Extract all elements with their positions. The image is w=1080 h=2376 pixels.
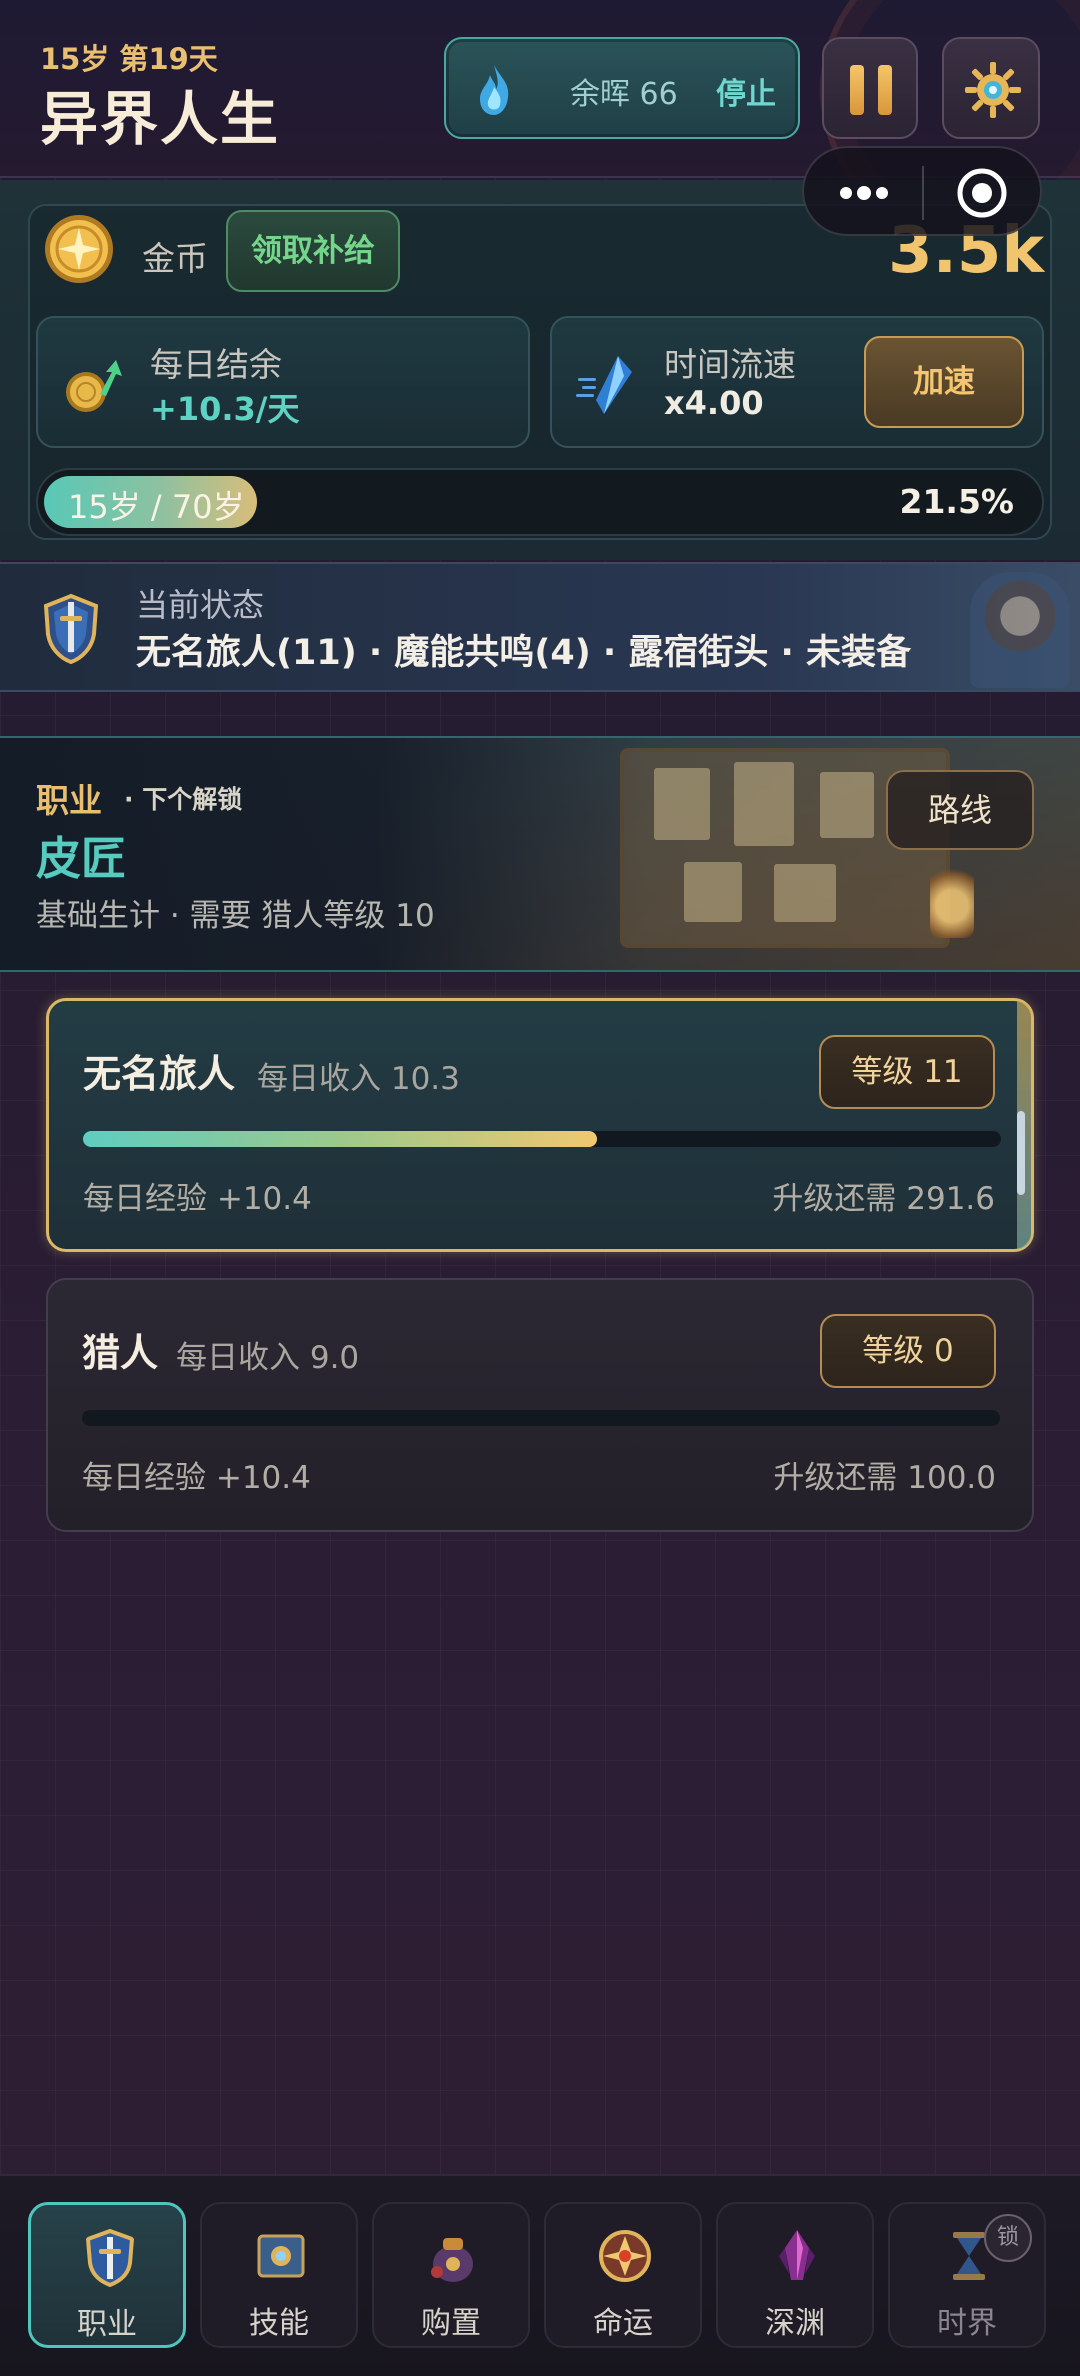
job-card-wanderer[interactable]: 无名旅人 每日收入 10.3 等级 11 每日经验 +10.4 升级还需 291… <box>46 998 1034 1252</box>
ember-panel: 余晖 66 停止 <box>444 37 800 139</box>
job-level-badge: 等级 11 <box>819 1035 995 1109</box>
gold-coin-icon <box>45 215 113 283</box>
job-daily-exp: 每日经验 +10.4 <box>82 1460 311 1496</box>
spellbook-icon <box>257 2234 305 2278</box>
job-name: 猎人 <box>82 1331 159 1375</box>
time-speed-label: 时间流速 <box>664 345 796 384</box>
character-portrait <box>970 572 1070 688</box>
job-card-hunter[interactable]: 猎人 每日收入 9.0 等级 0 每日经验 +10.4 升级还需 100.0 <box>46 1278 1034 1532</box>
tab-label: 深渊 <box>765 2306 825 2341</box>
tab-label: 购置 <box>421 2306 481 2341</box>
job-exp-fill <box>83 1131 598 1147</box>
job-income: 每日收入 9.0 <box>176 1340 360 1376</box>
tab-label: 命运 <box>593 2306 653 2341</box>
tab-label: 职业 <box>77 2307 137 2342</box>
gear-icon <box>965 62 1021 118</box>
daily-balance-value: +10.3/天 <box>150 390 300 428</box>
lantern-illustration <box>930 858 974 938</box>
tab-profession[interactable]: 职业 <box>28 2202 186 2348</box>
tab-label: 时界 <box>937 2306 997 2341</box>
shield-sword-icon <box>43 593 99 665</box>
flame-icon <box>480 65 509 115</box>
time-speed-card: 时间流速 x4.00 加速 <box>550 316 1044 448</box>
job-daily-exp: 每日经验 +10.4 <box>83 1181 312 1217</box>
next-unlock-name: 皮匠 <box>36 832 127 885</box>
next-unlock-requirement: 基础生计 · 需要 猎人等级 10 <box>36 898 435 934</box>
daily-balance-label: 每日结余 <box>150 345 282 384</box>
job-exp-track <box>82 1410 1000 1426</box>
lock-icon: 锁 <box>984 2214 1032 2262</box>
job-income: 每日收入 10.3 <box>257 1061 460 1097</box>
tab-skills[interactable]: 技能 <box>200 2202 358 2348</box>
age-progress-bar: 15岁 / 70岁 21.5% <box>36 468 1044 536</box>
next-unlock-label: · 下个解锁 <box>124 785 243 814</box>
more-options-icon[interactable] <box>834 178 894 208</box>
abyss-crystal-icon <box>779 2230 815 2280</box>
coin-growth-icon <box>66 360 122 412</box>
profession-section-title: 职业 <box>36 781 102 820</box>
job-exp-needed: 升级还需 100.0 <box>773 1460 996 1496</box>
tab-timerealm[interactable]: 锁 时界 <box>888 2202 1046 2348</box>
bag-icon <box>431 2238 473 2282</box>
close-miniapp-icon[interactable] <box>954 165 1010 221</box>
card-scroll-indicator <box>1017 1111 1025 1195</box>
miniapp-capsule <box>802 146 1042 236</box>
stop-button[interactable]: 停止 <box>716 69 776 113</box>
game-title: 异界人生 <box>40 85 281 153</box>
job-name: 无名旅人 <box>83 1052 236 1096</box>
capsule-divider <box>922 166 924 220</box>
gold-label: 金币 <box>142 239 208 278</box>
tab-label: 技能 <box>249 2306 309 2341</box>
pause-icon <box>850 65 864 115</box>
job-exp-track <box>83 1131 1001 1147</box>
job-exp-needed: 升级还需 291.6 <box>772 1181 995 1217</box>
route-button[interactable]: 路线 <box>886 770 1034 850</box>
status-label: 当前状态 <box>136 586 265 624</box>
current-status-strip[interactable]: 当前状态 无名旅人(11) · 魔能共鸣(4) · 露宿街头 · 未装备 <box>0 562 1080 692</box>
daily-balance-card: 每日结余 +10.3/天 <box>36 316 530 448</box>
tab-fate[interactable]: 命运 <box>544 2202 702 2348</box>
settings-button[interactable] <box>942 37 1040 139</box>
ember-count: 余晖 66 <box>570 77 678 112</box>
shield-icon <box>85 2228 135 2287</box>
job-level-badge: 等级 0 <box>820 1314 996 1388</box>
tab-purchase[interactable]: 购置 <box>372 2202 530 2348</box>
pause-icon-bar <box>878 65 892 115</box>
claim-supply-button[interactable]: 领取补给 <box>226 210 400 292</box>
speed-up-button[interactable]: 加速 <box>864 336 1024 428</box>
bottom-navigation: 职业 技能 购置 命运 深渊 锁 时界 <box>0 2174 1080 2376</box>
age-progress-text: 15岁 / 70岁 <box>68 488 245 526</box>
age-progress-percent: 21.5% <box>899 482 1015 521</box>
status-value: 无名旅人(11) · 魔能共鸣(4) · 露宿街头 · 未装备 <box>136 633 912 673</box>
time-speed-value: x4.00 <box>664 384 764 422</box>
crystal-speed-icon <box>576 356 632 414</box>
pause-button[interactable] <box>822 37 918 139</box>
tab-abyss[interactable]: 深渊 <box>716 2202 874 2348</box>
fate-emblem-icon <box>599 2230 651 2282</box>
profession-banner: 职业 · 下个解锁 皮匠 基础生计 · 需要 猎人等级 10 路线 <box>0 736 1080 972</box>
